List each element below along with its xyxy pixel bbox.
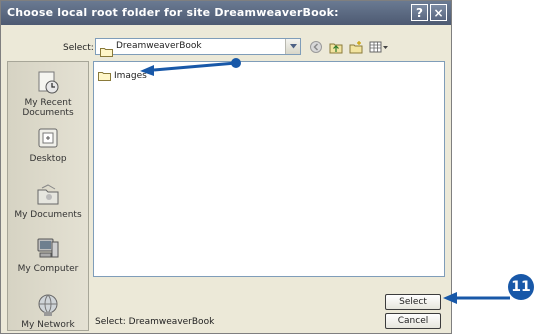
- callout-arrow-images: [140, 58, 241, 76]
- callout-arrow-select: [443, 292, 510, 304]
- callout-overlay: [140, 58, 510, 304]
- step-badge: 11: [508, 274, 534, 300]
